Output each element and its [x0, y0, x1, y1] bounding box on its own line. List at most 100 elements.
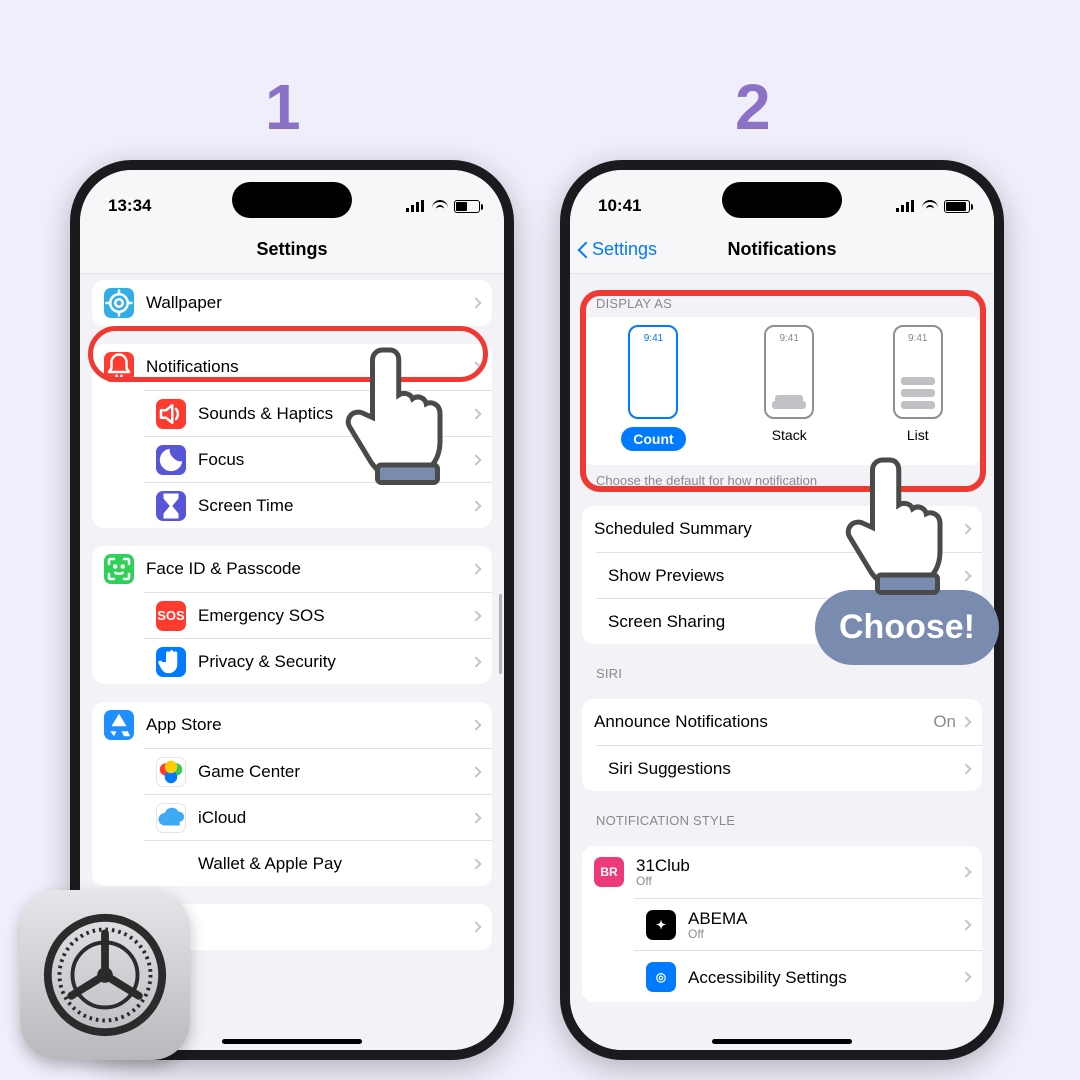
settings-row-emergency-sos[interactable]: SOS Emergency SOS: [144, 592, 492, 638]
hourglass-icon: [156, 491, 186, 521]
settings-group: Face ID & Passcode SOS Emergency SOS Privac…: [92, 546, 492, 684]
dynamic-island: [722, 182, 842, 218]
battery-icon: [944, 200, 970, 213]
speaker-icon: [156, 399, 186, 429]
display-as-panel: 9:41Count 9:41 Stack 9:41 List: [582, 317, 982, 465]
group-notification-style: BR31ClubOff✦ABEMAOff◎Accessibility Setti…: [582, 846, 982, 1002]
cellular-icon: [896, 200, 916, 212]
chevron-right-icon: [470, 408, 481, 419]
chevron-right-icon: [470, 719, 481, 730]
chevron-right-icon: [470, 766, 481, 777]
step-number-2: 2: [735, 70, 771, 144]
row-label: Emergency SOS: [198, 606, 472, 626]
wifi-icon: [922, 200, 938, 212]
chevron-right-icon: [960, 971, 971, 982]
icloud-icon: [156, 803, 186, 833]
pointer-hand-icon: [840, 450, 970, 600]
chevron-right-icon: [960, 866, 971, 877]
chevron-right-icon: [470, 858, 481, 869]
option-label: Stack: [772, 427, 807, 443]
settings-row-game-center[interactable]: Game Center: [144, 748, 492, 794]
battery-icon: [454, 200, 480, 213]
back-label: Settings: [592, 239, 657, 260]
row-label: App Store: [146, 715, 472, 735]
settings-row-icloud[interactable]: iCloud: [144, 794, 492, 840]
app-row-abema[interactable]: ✦ ABEMAOff: [634, 898, 982, 950]
chevron-right-icon: [470, 656, 481, 667]
choose-callout: Choose!: [815, 590, 999, 665]
back-button[interactable]: Settings: [578, 239, 657, 260]
app-icon: BR: [594, 857, 624, 887]
tutorial-canvas: 1 2 13:34 Settings Wallpaper Notification…: [0, 0, 1080, 1080]
scrollbar[interactable]: [499, 594, 502, 674]
faceid-icon: [104, 554, 134, 584]
row-label: Game Center: [198, 762, 472, 782]
settings-row-wallpaper[interactable]: Wallpaper: [92, 280, 492, 326]
row-label: 31Club: [636, 856, 962, 876]
moon-icon: [156, 445, 186, 475]
display-preview-icon: 9:41: [893, 325, 943, 419]
settings-row-wallet-apple-pay[interactable]: Wallet & Apple Pay: [144, 840, 492, 886]
settings-row-face-id-passcode[interactable]: Face ID & Passcode: [92, 546, 492, 592]
row-label: Announce Notifications: [594, 712, 933, 732]
gamecenter-icon: [156, 757, 186, 787]
nav-title: Settings: [256, 239, 327, 260]
bell-icon: [104, 352, 134, 382]
chevron-right-icon: [470, 563, 481, 574]
option-label: Count: [621, 427, 685, 451]
chevron-right-icon: [960, 716, 971, 727]
display-as-option-stack[interactable]: 9:41 Stack: [764, 325, 814, 451]
row-label: ps: [146, 917, 472, 937]
nav-title: Notifications: [727, 239, 836, 260]
row-announce-notifications[interactable]: Announce NotificationsOn: [582, 699, 982, 745]
app-icon: ✦: [646, 910, 676, 940]
row-value: On: [933, 712, 956, 732]
wallpaper-icon: [104, 288, 134, 318]
display-as-option-list[interactable]: 9:41 List: [893, 325, 943, 451]
chevron-left-icon: [578, 241, 590, 259]
settings-row-privacy-security[interactable]: Privacy & Security: [144, 638, 492, 684]
nav-bar: Settings: [80, 226, 504, 274]
home-indicator[interactable]: [222, 1039, 362, 1044]
settings-group: App Store Game Center iCloud Wallet & Apple…: [92, 702, 492, 886]
option-label: List: [907, 427, 929, 443]
chevron-right-icon: [470, 812, 481, 823]
app-icon: ◎: [646, 962, 676, 992]
row-subtitle: Off: [688, 927, 962, 941]
appstore-icon: [104, 710, 134, 740]
app-row--club[interactable]: BR31ClubOff: [582, 846, 982, 898]
settings-row-app-store[interactable]: App Store: [92, 702, 492, 748]
step-number-1: 1: [265, 70, 301, 144]
display-preview-icon: 9:41: [764, 325, 814, 419]
chevron-right-icon: [960, 763, 971, 774]
nav-bar: Settings Notifications: [570, 226, 994, 274]
row-label: Privacy & Security: [198, 652, 472, 672]
row-label: Accessibility Settings: [688, 968, 962, 988]
row-label: iCloud: [198, 808, 472, 828]
cellular-icon: [406, 200, 426, 212]
group-siri: Announce NotificationsOnSiri Suggestions: [582, 699, 982, 791]
app-row-accessibility-settings[interactable]: ◎ Accessibility Settings: [634, 950, 982, 1002]
row-siri-suggestions[interactable]: Siri Suggestions: [596, 745, 982, 791]
sos-icon: SOS: [156, 601, 186, 631]
row-label: Screen Time: [198, 496, 472, 516]
hand-icon: [156, 647, 186, 677]
pointer-hand-icon: [340, 340, 470, 490]
row-label: Wallet & Apple Pay: [198, 854, 472, 874]
display-as-option-count[interactable]: 9:41Count: [621, 325, 685, 451]
section-header-style: NOTIFICATION STYLE: [596, 813, 968, 828]
chevron-right-icon: [470, 610, 481, 621]
row-label: Face ID & Passcode: [146, 559, 472, 579]
chevron-right-icon: [960, 919, 971, 930]
row-label: ABEMA: [688, 909, 962, 929]
section-header-siri: SIRI: [596, 666, 968, 681]
chevron-right-icon: [470, 500, 481, 511]
chevron-right-icon: [470, 297, 481, 308]
status-time: 10:41: [598, 196, 641, 216]
dynamic-island: [232, 182, 352, 218]
wifi-icon: [432, 200, 448, 212]
chevron-right-icon: [470, 454, 481, 465]
home-indicator[interactable]: [712, 1039, 852, 1044]
status-time: 13:34: [108, 196, 151, 216]
row-label: Wallpaper: [146, 293, 472, 313]
